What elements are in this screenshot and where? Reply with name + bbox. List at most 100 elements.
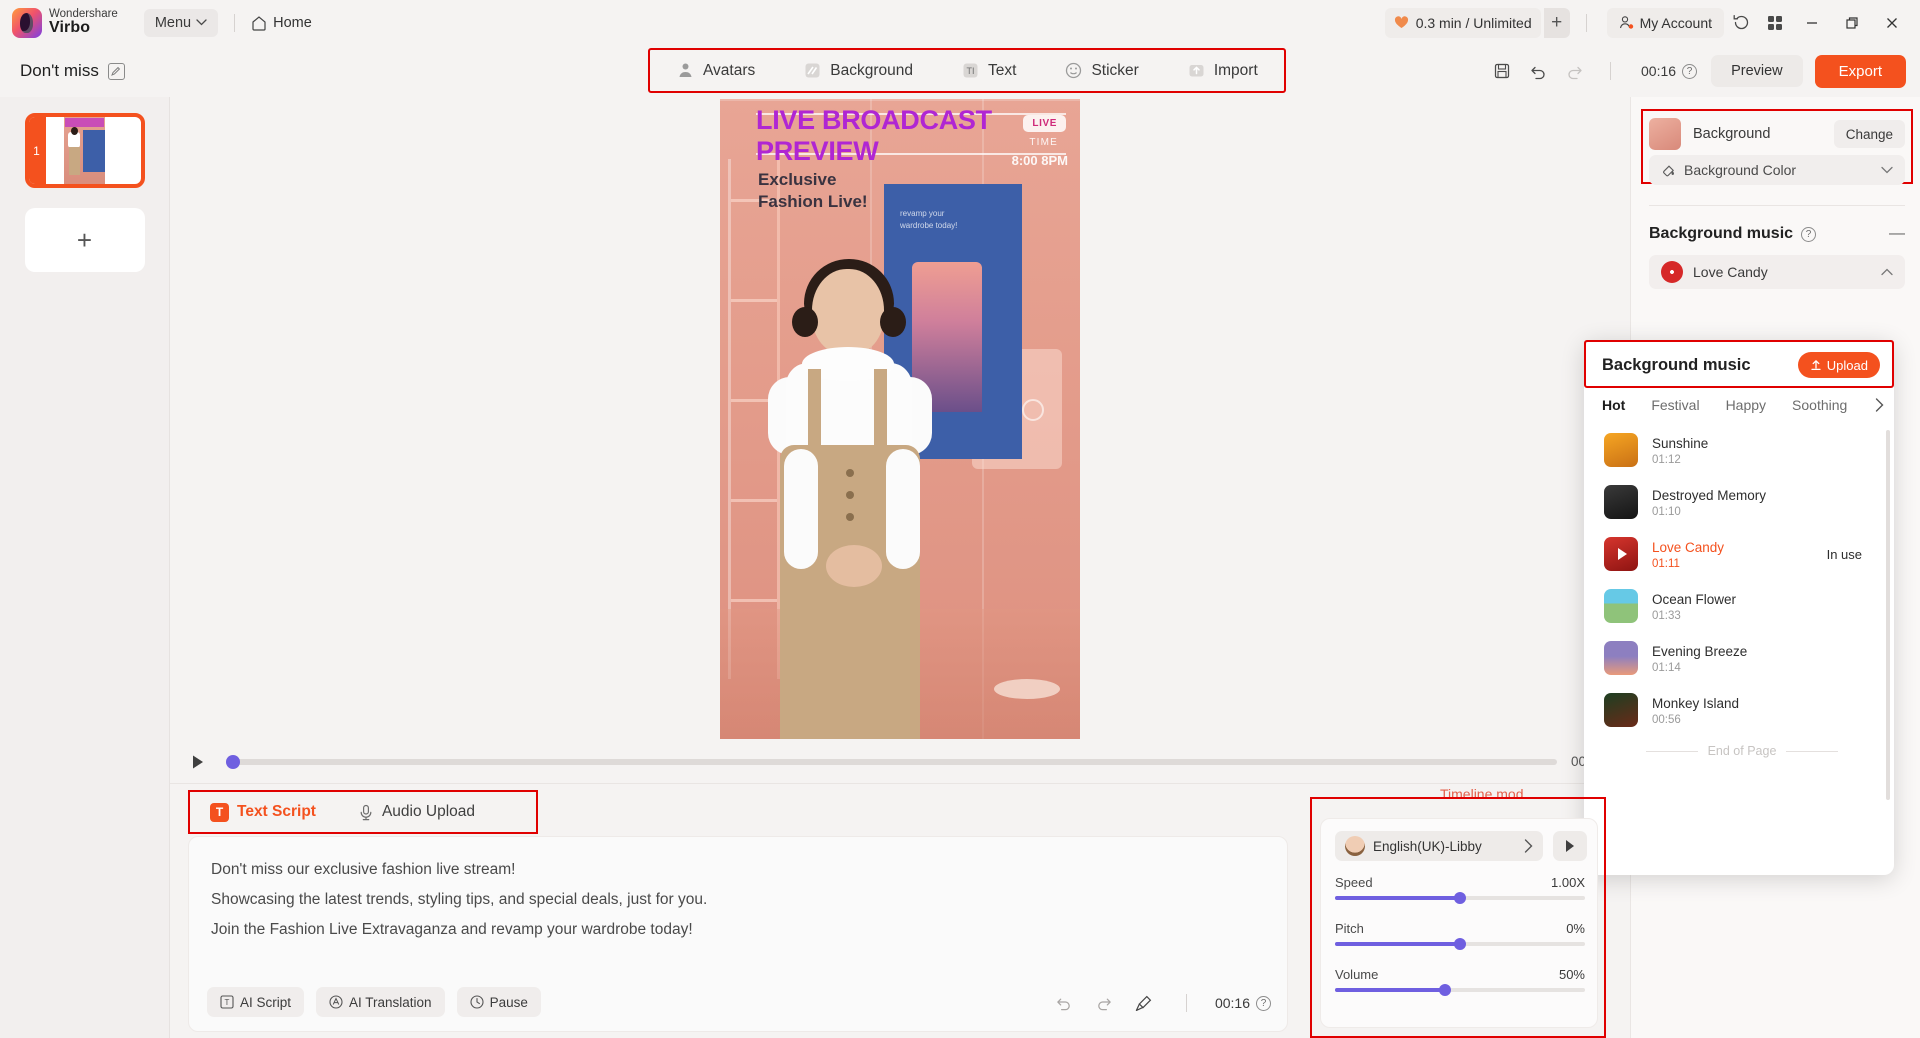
menu-button[interactable]: Menu — [143, 8, 219, 37]
play-icon[interactable] — [1604, 537, 1638, 571]
music-tab-festival[interactable]: Festival — [1651, 397, 1699, 413]
voice-preview-play-button[interactable] — [1553, 831, 1587, 861]
track-name: Love Candy — [1652, 539, 1725, 555]
track-thumbnail — [1604, 641, 1638, 675]
script-help-icon[interactable]: ? — [1256, 995, 1271, 1011]
redo-icon[interactable] — [1558, 55, 1590, 87]
edit-title-icon[interactable] — [107, 62, 125, 80]
playback-scrubber-handle[interactable] — [226, 754, 240, 769]
tool-avatars[interactable]: Avatars — [672, 58, 759, 83]
track-duration: 00:56 — [1652, 714, 1681, 727]
list-item[interactable]: Ocean Flower 01:33 — [1596, 580, 1888, 632]
save-icon[interactable] — [1486, 55, 1518, 87]
canvas-card-text-line1: revamp your — [900, 208, 945, 218]
pause-button[interactable]: Pause — [456, 987, 541, 1017]
export-button[interactable]: Export — [1814, 54, 1906, 88]
add-slide-button[interactable]: + — [24, 208, 145, 272]
tool-text-label: Text — [988, 61, 1017, 79]
account-label: My Account — [1639, 14, 1712, 31]
slide-thumbnail-1[interactable]: 1 — [24, 113, 145, 188]
preview-button[interactable]: Preview — [1711, 55, 1803, 87]
playback-scrubber[interactable] — [226, 754, 1557, 769]
grid-apps-icon[interactable] — [1758, 6, 1792, 40]
speed-slider-handle[interactable] — [1454, 892, 1466, 904]
tool-background[interactable]: Background — [799, 58, 917, 83]
history-icon[interactable] — [1724, 6, 1758, 40]
canvas-subheadline[interactable]: Exclusive Fashion Live! — [758, 169, 868, 215]
chevron-up-icon[interactable] — [1881, 268, 1893, 276]
volume-slider-row: Volume 50% — [1335, 967, 1585, 996]
svg-text:TI: TI — [967, 66, 975, 76]
track-name: Monkey Island — [1652, 695, 1740, 711]
background-color-label: Background Color — [1684, 162, 1797, 178]
speed-value: 1.00X — [1551, 875, 1585, 890]
upload-music-button[interactable]: Upload — [1797, 352, 1880, 378]
ai-script-button[interactable]: T AI Script — [207, 987, 305, 1017]
script-text[interactable]: Don't miss our exclusive fashion live st… — [189, 837, 1287, 945]
music-list-scrollbar[interactable] — [1886, 430, 1890, 800]
microphone-icon — [358, 804, 374, 821]
list-item[interactable]: Love Candy 01:11 In use — [1596, 528, 1888, 580]
home-button[interactable]: Home — [251, 15, 312, 31]
minimize-button[interactable] — [1792, 3, 1832, 43]
voice-selector[interactable]: English(UK)-Libby — [1335, 831, 1543, 861]
pitch-slider[interactable] — [1335, 938, 1585, 950]
background-music-title: Background music — [1649, 225, 1794, 242]
maximize-restore-button[interactable] — [1832, 3, 1872, 43]
tab-text-script[interactable]: T Text Script — [210, 802, 316, 822]
tool-import[interactable]: Import — [1183, 58, 1262, 83]
volume-slider-handle[interactable] — [1439, 984, 1451, 996]
pitch-slider-row: Pitch 0% — [1335, 921, 1585, 950]
speed-label: Speed — [1335, 875, 1373, 890]
my-account-button[interactable]: My Account — [1606, 7, 1724, 38]
current-music-track[interactable]: Love Candy — [1649, 255, 1905, 289]
export-label: Export — [1838, 62, 1882, 80]
background-music-popup: Background music Upload Hot Festival Hap… — [1584, 340, 1894, 875]
list-item[interactable]: Monkey Island 00:56 — [1596, 684, 1888, 736]
list-item[interactable]: Evening Breeze 01:14 — [1596, 632, 1888, 684]
canvas-stage: LIVE BROADCAST PREVIEW LIVE TIME 8:00 8P… — [170, 97, 1630, 740]
tab-audio-upload[interactable]: Audio Upload — [358, 803, 475, 821]
slide-preview-image — [64, 117, 105, 184]
sticker-icon — [1064, 61, 1083, 80]
play-button[interactable] — [184, 748, 212, 776]
script-editor[interactable]: Don't miss our exclusive fashion live st… — [188, 836, 1288, 1032]
change-background-button[interactable]: Change — [1833, 120, 1905, 148]
script-undo-icon[interactable] — [1050, 989, 1078, 1017]
tool-sticker[interactable]: Sticker — [1060, 58, 1142, 83]
close-button[interactable] — [1872, 3, 1912, 43]
background-thumbnail[interactable] — [1649, 118, 1681, 150]
background-color-dropdown[interactable]: Background Color — [1649, 155, 1905, 185]
help-icon[interactable]: ? — [1682, 63, 1698, 79]
speed-slider[interactable] — [1335, 892, 1585, 904]
pitch-slider-handle[interactable] — [1454, 938, 1466, 950]
script-redo-icon[interactable] — [1090, 989, 1118, 1017]
paint-bucket-icon — [1661, 163, 1676, 178]
ai-translation-label: AI Translation — [349, 994, 432, 1010]
collapse-background-music-icon[interactable]: — — [1889, 225, 1905, 243]
track-name: Sunshine — [1652, 435, 1709, 451]
add-credits-button[interactable]: + — [1543, 7, 1570, 38]
list-item[interactable]: Destroyed Memory 01:10 — [1596, 476, 1888, 528]
svg-text:T: T — [225, 998, 230, 1007]
import-icon — [1187, 61, 1206, 80]
music-tab-hot[interactable]: Hot — [1602, 397, 1625, 413]
video-preview[interactable]: LIVE BROADCAST PREVIEW LIVE TIME 8:00 8P… — [720, 98, 1080, 739]
music-tabs-next-icon[interactable] — [1875, 398, 1884, 412]
track-duration: 01:11 — [1652, 558, 1680, 571]
header-divider-2 — [1585, 13, 1587, 32]
script-duration: 00:16 ? — [1215, 995, 1271, 1011]
clear-format-brush-icon[interactable] — [1130, 989, 1158, 1017]
undo-icon[interactable] — [1522, 55, 1554, 87]
music-tab-happy[interactable]: Happy — [1726, 397, 1766, 413]
list-item[interactable]: Sunshine 01:12 — [1596, 424, 1888, 476]
avatar[interactable] — [746, 258, 961, 739]
app-logo: Wondershare Virbo — [12, 7, 118, 38]
home-icon — [251, 15, 267, 31]
tool-text[interactable]: TI Text — [957, 58, 1020, 83]
track-name: Evening Breeze — [1652, 643, 1748, 659]
ai-translation-button[interactable]: AI Translation — [316, 987, 445, 1017]
background-music-help-icon[interactable]: ? — [1801, 226, 1817, 242]
music-tab-soothing[interactable]: Soothing — [1792, 397, 1847, 413]
volume-slider[interactable] — [1335, 984, 1585, 996]
